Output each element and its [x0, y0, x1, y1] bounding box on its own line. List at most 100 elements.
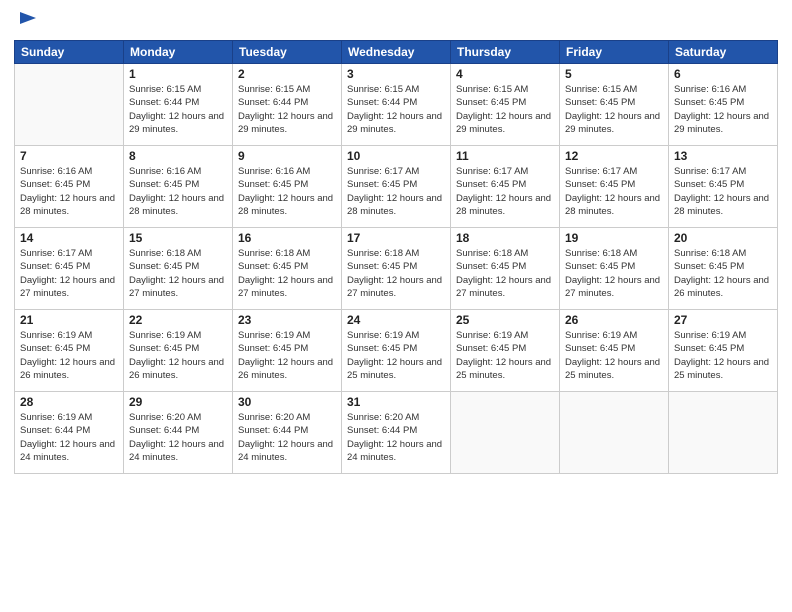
day-info: Sunrise: 6:18 AM Sunset: 6:45 PM Dayligh…: [565, 247, 663, 300]
weekday-header: Wednesday: [342, 41, 451, 64]
calendar-cell: 22 Sunrise: 6:19 AM Sunset: 6:45 PM Dayl…: [124, 310, 233, 392]
daylight-text: Daylight: 12 hours and 29 minutes.: [565, 111, 660, 135]
calendar-cell: 17 Sunrise: 6:18 AM Sunset: 6:45 PM Dayl…: [342, 228, 451, 310]
calendar-cell: 24 Sunrise: 6:19 AM Sunset: 6:45 PM Dayl…: [342, 310, 451, 392]
sunset-text: Sunset: 6:45 PM: [129, 261, 199, 272]
sunset-text: Sunset: 6:44 PM: [129, 97, 199, 108]
day-info: Sunrise: 6:19 AM Sunset: 6:45 PM Dayligh…: [565, 329, 663, 382]
sunset-text: Sunset: 6:45 PM: [20, 343, 90, 354]
day-number: 31: [347, 395, 445, 409]
daylight-text: Daylight: 12 hours and 25 minutes.: [456, 357, 551, 381]
day-info: Sunrise: 6:18 AM Sunset: 6:45 PM Dayligh…: [238, 247, 336, 300]
day-number: 19: [565, 231, 663, 245]
calendar-cell: [560, 392, 669, 474]
sunrise-text: Sunrise: 6:20 AM: [238, 412, 310, 423]
calendar-cell: 11 Sunrise: 6:17 AM Sunset: 6:45 PM Dayl…: [451, 146, 560, 228]
sunrise-text: Sunrise: 6:18 AM: [674, 248, 746, 259]
daylight-text: Daylight: 12 hours and 27 minutes.: [129, 275, 224, 299]
calendar-cell: 5 Sunrise: 6:15 AM Sunset: 6:45 PM Dayli…: [560, 64, 669, 146]
sunset-text: Sunset: 6:45 PM: [565, 179, 635, 190]
calendar-cell: 26 Sunrise: 6:19 AM Sunset: 6:45 PM Dayl…: [560, 310, 669, 392]
sunrise-text: Sunrise: 6:16 AM: [674, 84, 746, 95]
daylight-text: Daylight: 12 hours and 27 minutes.: [20, 275, 115, 299]
day-info: Sunrise: 6:15 AM Sunset: 6:44 PM Dayligh…: [238, 83, 336, 136]
weekday-header: Monday: [124, 41, 233, 64]
calendar-week-row: 21 Sunrise: 6:19 AM Sunset: 6:45 PM Dayl…: [15, 310, 778, 392]
sunrise-text: Sunrise: 6:17 AM: [347, 166, 419, 177]
day-number: 21: [20, 313, 118, 327]
sunrise-text: Sunrise: 6:18 AM: [456, 248, 528, 259]
day-number: 18: [456, 231, 554, 245]
day-info: Sunrise: 6:16 AM Sunset: 6:45 PM Dayligh…: [20, 165, 118, 218]
day-number: 3: [347, 67, 445, 81]
day-info: Sunrise: 6:17 AM Sunset: 6:45 PM Dayligh…: [565, 165, 663, 218]
sunset-text: Sunset: 6:44 PM: [347, 97, 417, 108]
day-info: Sunrise: 6:20 AM Sunset: 6:44 PM Dayligh…: [347, 411, 445, 464]
sunset-text: Sunset: 6:45 PM: [674, 261, 744, 272]
day-info: Sunrise: 6:18 AM Sunset: 6:45 PM Dayligh…: [347, 247, 445, 300]
day-number: 26: [565, 313, 663, 327]
sunrise-text: Sunrise: 6:18 AM: [347, 248, 419, 259]
sunset-text: Sunset: 6:45 PM: [347, 261, 417, 272]
day-info: Sunrise: 6:19 AM Sunset: 6:45 PM Dayligh…: [456, 329, 554, 382]
day-info: Sunrise: 6:18 AM Sunset: 6:45 PM Dayligh…: [456, 247, 554, 300]
day-info: Sunrise: 6:15 AM Sunset: 6:45 PM Dayligh…: [456, 83, 554, 136]
calendar-week-row: 28 Sunrise: 6:19 AM Sunset: 6:44 PM Dayl…: [15, 392, 778, 474]
daylight-text: Daylight: 12 hours and 27 minutes.: [456, 275, 551, 299]
day-info: Sunrise: 6:17 AM Sunset: 6:45 PM Dayligh…: [20, 247, 118, 300]
sunset-text: Sunset: 6:45 PM: [129, 343, 199, 354]
calendar-header-row: SundayMondayTuesdayWednesdayThursdayFrid…: [15, 41, 778, 64]
day-number: 25: [456, 313, 554, 327]
sunrise-text: Sunrise: 6:16 AM: [20, 166, 92, 177]
sunrise-text: Sunrise: 6:18 AM: [565, 248, 637, 259]
day-info: Sunrise: 6:19 AM Sunset: 6:45 PM Dayligh…: [674, 329, 772, 382]
sunrise-text: Sunrise: 6:19 AM: [456, 330, 528, 341]
calendar-cell: 18 Sunrise: 6:18 AM Sunset: 6:45 PM Dayl…: [451, 228, 560, 310]
sunset-text: Sunset: 6:45 PM: [238, 261, 308, 272]
day-number: 16: [238, 231, 336, 245]
sunset-text: Sunset: 6:45 PM: [347, 343, 417, 354]
day-number: 29: [129, 395, 227, 409]
day-number: 14: [20, 231, 118, 245]
day-info: Sunrise: 6:16 AM Sunset: 6:45 PM Dayligh…: [129, 165, 227, 218]
day-info: Sunrise: 6:19 AM Sunset: 6:45 PM Dayligh…: [238, 329, 336, 382]
day-info: Sunrise: 6:15 AM Sunset: 6:44 PM Dayligh…: [347, 83, 445, 136]
sunrise-text: Sunrise: 6:17 AM: [674, 166, 746, 177]
sunset-text: Sunset: 6:45 PM: [674, 179, 744, 190]
sunset-text: Sunset: 6:45 PM: [238, 179, 308, 190]
sunset-text: Sunset: 6:44 PM: [238, 97, 308, 108]
calendar-cell: 20 Sunrise: 6:18 AM Sunset: 6:45 PM Dayl…: [669, 228, 778, 310]
daylight-text: Daylight: 12 hours and 24 minutes.: [129, 439, 224, 463]
sunrise-text: Sunrise: 6:15 AM: [565, 84, 637, 95]
daylight-text: Daylight: 12 hours and 27 minutes.: [347, 275, 442, 299]
calendar-cell: 13 Sunrise: 6:17 AM Sunset: 6:45 PM Dayl…: [669, 146, 778, 228]
sunset-text: Sunset: 6:45 PM: [456, 97, 526, 108]
daylight-text: Daylight: 12 hours and 25 minutes.: [565, 357, 660, 381]
weekday-header: Sunday: [15, 41, 124, 64]
day-number: 24: [347, 313, 445, 327]
sunset-text: Sunset: 6:45 PM: [674, 97, 744, 108]
weekday-header: Saturday: [669, 41, 778, 64]
day-number: 17: [347, 231, 445, 245]
calendar-cell: 21 Sunrise: 6:19 AM Sunset: 6:45 PM Dayl…: [15, 310, 124, 392]
day-info: Sunrise: 6:17 AM Sunset: 6:45 PM Dayligh…: [347, 165, 445, 218]
day-number: 8: [129, 149, 227, 163]
day-number: 13: [674, 149, 772, 163]
daylight-text: Daylight: 12 hours and 28 minutes.: [20, 193, 115, 217]
day-number: 15: [129, 231, 227, 245]
calendar-cell: 15 Sunrise: 6:18 AM Sunset: 6:45 PM Dayl…: [124, 228, 233, 310]
day-number: 9: [238, 149, 336, 163]
day-number: 2: [238, 67, 336, 81]
day-info: Sunrise: 6:15 AM Sunset: 6:45 PM Dayligh…: [565, 83, 663, 136]
sunrise-text: Sunrise: 6:20 AM: [347, 412, 419, 423]
day-info: Sunrise: 6:19 AM Sunset: 6:45 PM Dayligh…: [347, 329, 445, 382]
day-number: 22: [129, 313, 227, 327]
logo-flag-icon: [16, 10, 38, 32]
sunrise-text: Sunrise: 6:19 AM: [20, 412, 92, 423]
daylight-text: Daylight: 12 hours and 28 minutes.: [347, 193, 442, 217]
sunset-text: Sunset: 6:45 PM: [565, 261, 635, 272]
sunset-text: Sunset: 6:45 PM: [238, 343, 308, 354]
calendar-cell: 14 Sunrise: 6:17 AM Sunset: 6:45 PM Dayl…: [15, 228, 124, 310]
daylight-text: Daylight: 12 hours and 27 minutes.: [565, 275, 660, 299]
calendar-cell: 4 Sunrise: 6:15 AM Sunset: 6:45 PM Dayli…: [451, 64, 560, 146]
